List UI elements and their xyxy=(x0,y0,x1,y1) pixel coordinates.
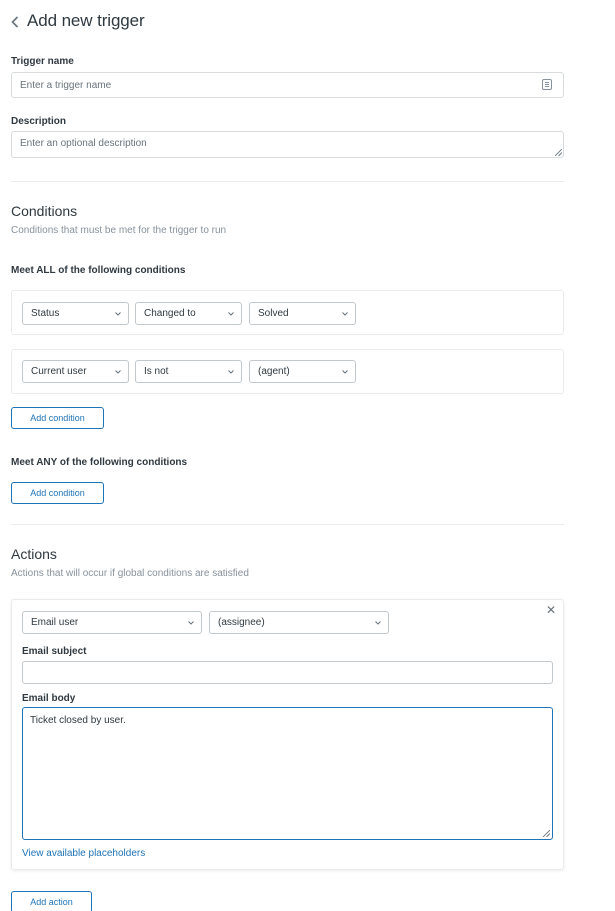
add-all-condition-button[interactable]: Add condition xyxy=(11,407,104,429)
trigger-name-label: Trigger name xyxy=(11,56,74,67)
resize-grip-icon[interactable] xyxy=(543,830,550,837)
select-value: Current user xyxy=(31,366,87,377)
keyboard-icon[interactable] xyxy=(542,79,552,90)
divider xyxy=(11,181,564,182)
action-target-select[interactable]: (assignee) xyxy=(209,611,389,634)
select-value: Is not xyxy=(144,366,169,377)
actions-subtitle: Actions that will occur if global condit… xyxy=(11,568,249,579)
email-body-text: Ticket closed by user. xyxy=(30,715,126,726)
add-any-condition-button[interactable]: Add condition xyxy=(11,482,104,504)
select-value: Email user xyxy=(31,617,79,628)
chevron-down-icon xyxy=(115,370,121,374)
action-type-select[interactable]: Email user xyxy=(22,611,202,634)
chevron-left-icon[interactable] xyxy=(11,12,23,32)
condition-field-select[interactable]: Current user xyxy=(22,360,129,383)
description-wrapper xyxy=(11,131,564,158)
description-input[interactable] xyxy=(11,131,564,158)
page-header: Add new trigger xyxy=(11,9,145,32)
chevron-down-icon xyxy=(342,312,348,316)
condition-value-select[interactable]: Solved xyxy=(249,302,356,325)
email-subject-input[interactable] xyxy=(22,661,553,684)
select-value: Status xyxy=(31,308,60,319)
chevron-down-icon xyxy=(188,621,194,625)
chevron-down-icon xyxy=(375,621,381,625)
conditions-title: Conditions xyxy=(11,203,78,219)
condition-value-select[interactable]: (agent) xyxy=(249,360,356,383)
email-body-textarea[interactable]: Ticket closed by user. xyxy=(22,707,553,840)
chevron-down-icon xyxy=(115,312,121,316)
action-card: ✕ Email user (assignee) Email subject Em… xyxy=(11,599,564,870)
chevron-down-icon xyxy=(228,370,234,374)
divider xyxy=(11,524,564,525)
select-value: Solved xyxy=(258,308,289,319)
page-title: Add new trigger xyxy=(27,10,145,30)
select-value: (assignee) xyxy=(218,617,265,628)
condition-row: Current user Is not (agent) xyxy=(11,349,564,394)
condition-operator-select[interactable]: Changed to xyxy=(135,302,242,325)
actions-title: Actions xyxy=(11,546,57,562)
condition-field-select[interactable]: Status xyxy=(22,302,129,325)
all-conditions-label: Meet ALL of the following conditions xyxy=(11,265,186,276)
description-label: Description xyxy=(11,116,67,127)
select-value: (agent) xyxy=(258,366,290,377)
chevron-down-icon xyxy=(228,312,234,316)
close-icon[interactable]: ✕ xyxy=(546,604,556,616)
trigger-name-input[interactable] xyxy=(11,72,564,98)
chevron-down-icon xyxy=(342,370,348,374)
conditions-subtitle: Conditions that must be met for the trig… xyxy=(11,225,227,236)
condition-operator-select[interactable]: Is not xyxy=(135,360,242,383)
view-placeholders-link[interactable]: View available placeholders xyxy=(22,848,145,859)
select-value: Changed to xyxy=(144,308,196,319)
condition-row: Status Changed to Solved xyxy=(11,290,564,335)
any-conditions-label: Meet ANY of the following conditions xyxy=(11,457,188,468)
email-body-label: Email body xyxy=(22,693,76,704)
add-action-button[interactable]: Add action xyxy=(11,891,92,911)
trigger-name-wrapper xyxy=(0,72,615,98)
email-subject-label: Email subject xyxy=(22,646,87,657)
